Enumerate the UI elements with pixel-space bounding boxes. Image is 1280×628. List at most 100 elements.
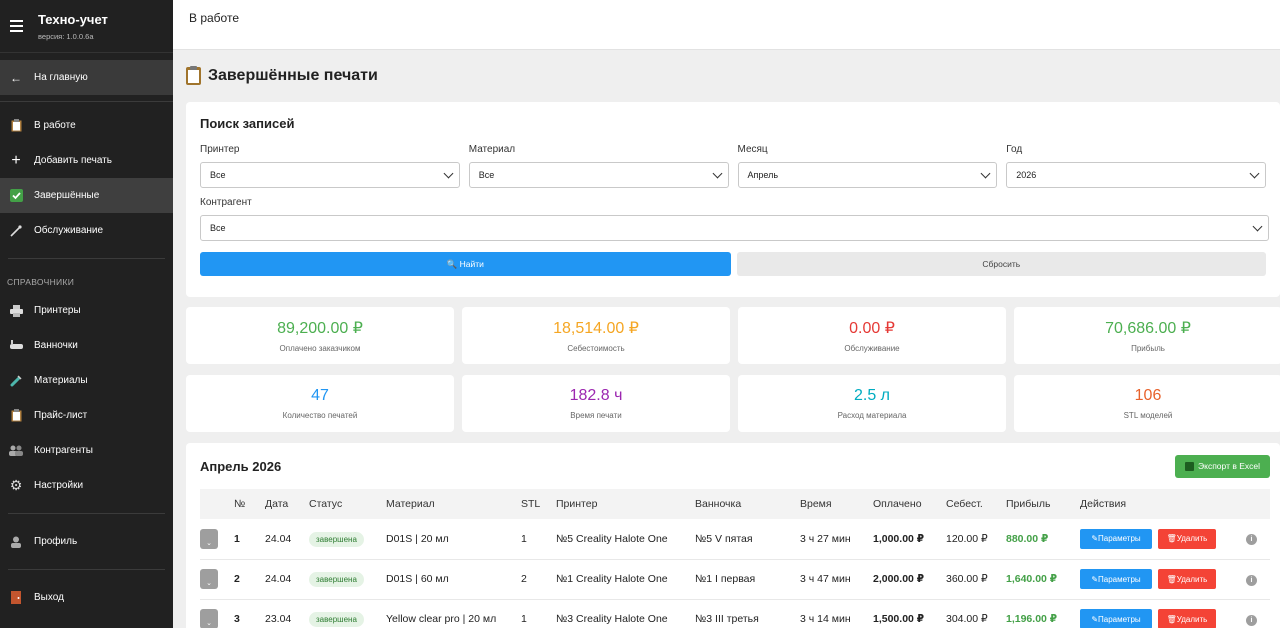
printer-icon — [9, 304, 23, 318]
nav-maintenance[interactable]: Обслуживание — [0, 213, 173, 248]
col-header[interactable]: № — [234, 489, 265, 519]
export-label: Экспорт в Excel — [1198, 461, 1260, 471]
nav-materials-label: Материалы — [34, 375, 88, 386]
year-label: Год — [1006, 144, 1023, 155]
col-header[interactable]: Статус — [309, 489, 386, 519]
door-icon — [9, 591, 23, 605]
params-label: Параметры — [1098, 574, 1141, 584]
nav-settings[interactable]: ⚙ Настройки — [0, 468, 173, 503]
col-header[interactable]: STL — [521, 489, 556, 519]
cell-bath: №1 I первая — [695, 573, 756, 585]
nav-completed-label: Завершённые — [34, 190, 100, 201]
chevron-down-icon — [443, 168, 454, 178]
col-header[interactable]: Материал — [386, 489, 521, 519]
clipboard-icon — [9, 119, 23, 133]
year-select[interactable]: 2026 — [1006, 162, 1266, 188]
expand-toggle[interactable]: ⌄ — [200, 609, 218, 628]
menu-icon[interactable] — [10, 20, 23, 32]
nav-profile[interactable]: Профиль — [0, 524, 173, 559]
stats-row-2: 47 Количество печатей 182.8 ч Время печати… — [186, 375, 1280, 432]
stat-value: 2.5 л — [853, 387, 891, 404]
stat-profit: 70,686.00 ₽ Прибыль — [1014, 307, 1280, 364]
find-button[interactable]: 🔍 Найти — [200, 252, 731, 276]
col-header[interactable]: Ванночка — [695, 489, 800, 519]
clipboard-icon — [9, 409, 23, 423]
test-tube-icon — [9, 374, 23, 388]
gear-icon: ⚙ — [9, 477, 23, 493]
col-header[interactable]: Принтер — [556, 489, 695, 519]
stat-value: 70,686.00 ₽ — [1105, 320, 1191, 337]
stat-value: 0.00 ₽ — [849, 320, 895, 337]
nav-completed[interactable]: Завершённые — [0, 178, 173, 213]
stat-print-count: 47 Количество печатей — [186, 375, 454, 432]
cell-printer: №3 Creality Halote One — [556, 613, 668, 625]
printer-select[interactable]: Все — [200, 162, 460, 188]
info-icon[interactable]: i — [1246, 534, 1257, 546]
nav-contractors[interactable]: Контрагенты — [0, 433, 173, 468]
cell-time: 3 ч 47 мин — [800, 573, 851, 585]
divider — [8, 513, 165, 514]
sidebar: Техно-учет версия: 1.0.0.6a ← На главную… — [0, 0, 173, 628]
search-card: Поиск записей Принтер Все Материал Все М… — [186, 102, 1280, 297]
clipboard-icon — [186, 66, 201, 85]
cell-paid: 1,500.00 ₽ — [873, 613, 925, 625]
nav-in-progress[interactable]: В работе — [0, 108, 173, 143]
col-header[interactable]: Время — [800, 489, 873, 519]
cell-time: 3 ч 14 мин — [800, 613, 851, 625]
nav-logout[interactable]: Выход — [0, 580, 173, 615]
contractor-select[interactable]: Все — [200, 215, 1269, 241]
arrow-left-icon: ← — [10, 70, 22, 85]
cell-profit: 880.00 ₽ — [1006, 532, 1049, 545]
nav-baths-label: Ванночки — [34, 340, 78, 351]
cell-cost: 360.00 ₽ — [946, 573, 988, 585]
chevron-down-icon — [1252, 221, 1263, 231]
delete-label: Удалить — [1176, 534, 1208, 544]
cell-time: 3 ч 27 мин — [800, 532, 851, 545]
cell-stl: 1 — [521, 532, 527, 545]
delete-button[interactable]: 🗑 Удалить — [1158, 528, 1216, 549]
col-select — [200, 489, 234, 519]
nav-profile-label: Профиль — [34, 536, 78, 547]
expand-toggle[interactable]: ⌄ — [200, 569, 218, 589]
month-label: Месяц — [737, 144, 768, 155]
month-select[interactable]: Апрель — [737, 162, 998, 188]
contractor-select-value: Все — [210, 223, 226, 233]
delete-button[interactable]: 🗑 Удалить — [1158, 569, 1216, 589]
nav-baths[interactable]: Ванночки — [0, 328, 173, 363]
info-icon[interactable]: i — [1246, 574, 1257, 586]
params-button[interactable]: ✎ Параметры — [1080, 528, 1152, 549]
nav-materials[interactable]: Материалы — [0, 363, 173, 398]
cell-stl: 1 — [521, 613, 527, 625]
nav-printers-label: Принтеры — [34, 305, 81, 316]
material-select[interactable]: Все — [468, 162, 729, 188]
wrench-icon — [9, 224, 23, 238]
reset-button[interactable]: Сбросить — [736, 252, 1266, 276]
params-button[interactable]: ✎ Параметры — [1080, 609, 1152, 628]
nav-contractors-label: Контрагенты — [34, 445, 93, 456]
stat-label: STL моделей — [1123, 411, 1173, 420]
col-header[interactable]: Дата — [265, 489, 309, 519]
cell-bath: №5 V пятая — [695, 532, 753, 545]
nav-add-print-label: Добавить печать — [34, 155, 112, 166]
params-button[interactable]: ✎ Параметры — [1080, 569, 1152, 589]
nav-printers[interactable]: Принтеры — [0, 293, 173, 328]
cell-profit: 1,640.00 ₽ — [1006, 573, 1058, 585]
divider — [8, 569, 165, 570]
cell-date: 24.04 — [265, 573, 292, 585]
delete-button[interactable]: 🗑 Удалить — [1158, 609, 1216, 628]
nav-add-print[interactable]: + Добавить печать — [0, 143, 173, 178]
nav-home[interactable]: ← На главную — [0, 60, 173, 95]
chevron-down-icon — [980, 168, 991, 178]
delete-label: Удалить — [1176, 614, 1208, 624]
search-title: Поиск записей — [200, 116, 295, 131]
cell-cost: 304.00 ₽ — [946, 613, 988, 625]
expand-toggle[interactable]: ⌄ — [200, 528, 218, 549]
col-header[interactable]: Оплачено — [873, 489, 946, 519]
col-header[interactable]: Себест. — [946, 489, 1006, 519]
cell-profit: 1,196.00 ₽ — [1006, 613, 1058, 625]
export-excel-button[interactable]: Экспорт в Excel — [1175, 454, 1270, 478]
info-icon[interactable]: i — [1246, 614, 1257, 626]
table-title: Апрель 2026 — [200, 458, 282, 474]
col-header[interactable]: Прибыль — [1006, 489, 1080, 519]
nav-price-list[interactable]: Прайс-лист — [0, 398, 173, 433]
